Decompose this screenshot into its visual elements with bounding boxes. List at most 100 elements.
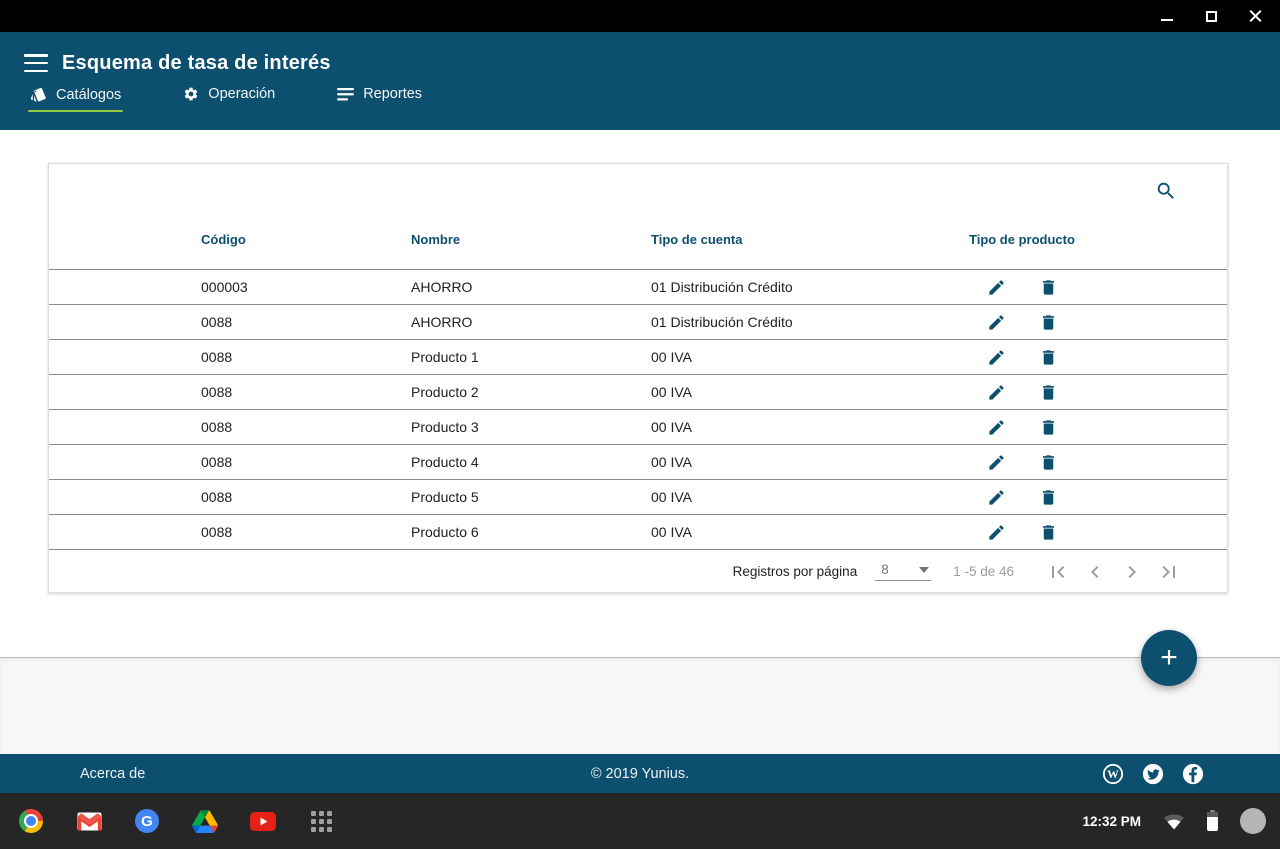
delete-button[interactable] — [1037, 311, 1059, 333]
edit-button[interactable] — [985, 276, 1007, 298]
delete-button[interactable] — [1037, 381, 1059, 403]
row-actions — [969, 416, 1227, 438]
delete-button[interactable] — [1037, 346, 1059, 368]
pagination-nav — [1046, 560, 1181, 584]
wordpress-link[interactable]: W — [1102, 763, 1124, 785]
previous-page-button[interactable] — [1083, 560, 1107, 584]
cell-tipo-cuenta: 01 Distribución Crédito — [651, 314, 969, 330]
page-size-select[interactable]: 8 — [875, 562, 931, 581]
chevron-down-icon — [919, 567, 929, 573]
cell-nombre: AHORRO — [411, 314, 651, 330]
close-button[interactable] — [1244, 5, 1266, 27]
trash-icon — [1039, 418, 1058, 437]
minimize-button[interactable] — [1156, 5, 1178, 27]
cell-nombre: Producto 1 — [411, 349, 651, 365]
column-header-nombre: Nombre — [411, 232, 651, 247]
youtube-launcher[interactable] — [250, 808, 276, 834]
next-page-button[interactable] — [1120, 560, 1144, 584]
last-page-button[interactable] — [1157, 560, 1181, 584]
chrome-icon — [19, 809, 43, 833]
add-fab-button[interactable]: + — [1141, 630, 1197, 686]
copyright-text: © 2019 Yunius. — [0, 766, 1280, 782]
svg-text:W: W — [1107, 768, 1119, 780]
cell-tipo-cuenta: 01 Distribución Crédito — [651, 279, 969, 295]
pencil-icon — [987, 488, 1006, 507]
edit-button[interactable] — [985, 521, 1007, 543]
youtube-icon — [250, 812, 276, 831]
table-row: 0088 AHORRO 01 Distribución Crédito — [49, 304, 1227, 339]
footer: Acerca de © 2019 Yunius. W — [0, 754, 1280, 793]
tab-reportes[interactable]: Reportes — [335, 80, 424, 111]
edit-button[interactable] — [985, 451, 1007, 473]
apps-grid-icon — [311, 811, 332, 832]
pencil-icon — [987, 278, 1006, 297]
page-range-label: 1 -5 de 46 — [953, 564, 1014, 579]
trash-icon — [1039, 313, 1058, 332]
catalog-table-card: Código Nombre Tipo de cuenta Tipo de pro… — [48, 163, 1228, 593]
menu-hamburger-icon[interactable] — [24, 54, 48, 72]
tab-catalogos[interactable]: Catálogos — [28, 80, 123, 112]
delete-button[interactable] — [1037, 486, 1059, 508]
cell-tipo-cuenta: 00 IVA — [651, 419, 969, 435]
active-tab-underline — [28, 110, 123, 112]
table-row: 0088 Producto 1 00 IVA — [49, 339, 1227, 374]
column-header-codigo: Código — [201, 232, 411, 247]
delete-button[interactable] — [1037, 521, 1059, 543]
row-actions — [969, 381, 1227, 403]
google-icon: G — [135, 809, 159, 833]
delete-button[interactable] — [1037, 451, 1059, 473]
avatar[interactable] — [1240, 808, 1266, 834]
tab-bar: Catálogos Operación Reportes — [0, 80, 1280, 130]
edit-button[interactable] — [985, 486, 1007, 508]
window-titlebar — [0, 0, 1280, 32]
wifi-icon — [1163, 812, 1185, 830]
cell-codigo: 0088 — [201, 454, 411, 470]
table-toolbar — [49, 164, 1227, 209]
about-link[interactable]: Acerca de — [80, 766, 145, 782]
table-row: 0088 Producto 6 00 IVA — [49, 514, 1227, 549]
edit-button[interactable] — [985, 381, 1007, 403]
chrome-launcher[interactable] — [18, 808, 44, 834]
pencil-icon — [987, 313, 1006, 332]
chevron-right-icon — [1120, 560, 1144, 584]
edit-button[interactable] — [985, 416, 1007, 438]
minimize-icon — [1161, 19, 1173, 21]
cell-codigo: 0088 — [201, 419, 411, 435]
app-grid-launcher[interactable] — [308, 808, 334, 834]
tab-operacion[interactable]: Operación — [181, 80, 277, 111]
search-button[interactable] — [1151, 176, 1181, 206]
tab-label: Operación — [208, 86, 275, 102]
facebook-link[interactable] — [1182, 763, 1204, 785]
cell-codigo: 000003 — [201, 279, 411, 295]
gmail-launcher[interactable] — [76, 808, 102, 834]
maximize-button[interactable] — [1200, 5, 1222, 27]
pencil-icon — [987, 383, 1006, 402]
search-icon — [1155, 180, 1177, 202]
edit-button[interactable] — [985, 311, 1007, 333]
pencil-icon — [987, 523, 1006, 542]
chevron-left-icon — [1083, 560, 1107, 584]
facebook-icon — [1182, 763, 1204, 785]
rows-per-page-label: Registros por página — [733, 564, 858, 579]
system-tray[interactable]: 12:32 PM — [1082, 808, 1266, 834]
edit-button[interactable] — [985, 346, 1007, 368]
first-page-button[interactable] — [1046, 560, 1070, 584]
delete-button[interactable] — [1037, 416, 1059, 438]
cell-codigo: 0088 — [201, 489, 411, 505]
delete-button[interactable] — [1037, 276, 1059, 298]
cell-tipo-cuenta: 00 IVA — [651, 384, 969, 400]
cell-tipo-cuenta: 00 IVA — [651, 349, 969, 365]
cell-codigo: 0088 — [201, 349, 411, 365]
tab-label: Catálogos — [56, 87, 121, 103]
drive-launcher[interactable] — [192, 808, 218, 834]
tab-label: Reportes — [363, 86, 422, 102]
cell-codigo: 0088 — [201, 524, 411, 540]
social-links: W — [1102, 763, 1204, 785]
cell-codigo: 0088 — [201, 384, 411, 400]
maximize-icon — [1206, 11, 1217, 22]
twitter-link[interactable] — [1142, 763, 1164, 785]
cell-nombre: Producto 5 — [411, 489, 651, 505]
google-launcher[interactable]: G — [134, 808, 160, 834]
pencil-icon — [987, 348, 1006, 367]
report-lines-icon — [337, 87, 354, 101]
